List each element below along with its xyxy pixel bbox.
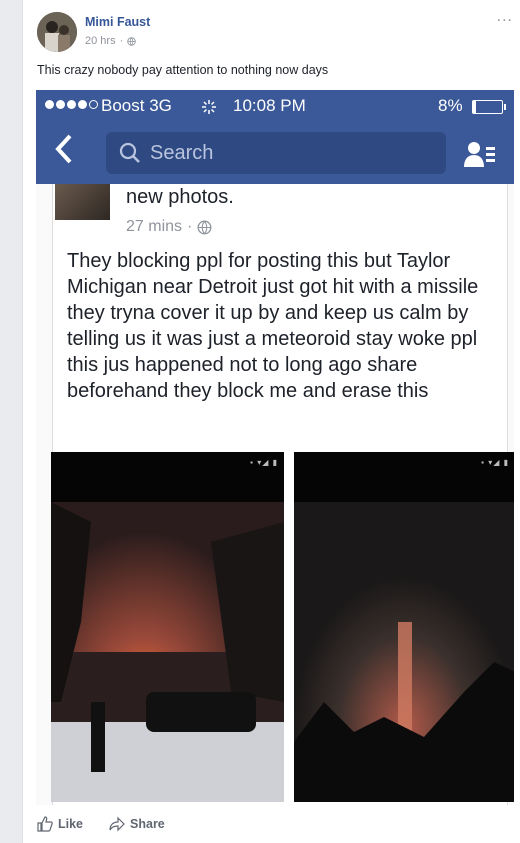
shared-post-time: 27 mins	[126, 218, 183, 235]
search-placeholder: Search	[150, 141, 214, 164]
shared-screenshot-image[interactable]: Boost 3G 10:08 PM 8% Search new photos. …	[36, 90, 514, 805]
signal-dots-icon	[45, 100, 98, 109]
phone-status-bar: Boost 3G 10:08 PM 8%	[36, 90, 514, 122]
globe-icon	[127, 36, 136, 46]
photo-status-bar: ▪ ▾◢ ▮	[51, 452, 284, 502]
post-actions: Like Share	[37, 816, 165, 832]
thumbs-up-icon	[37, 816, 53, 832]
shared-post-avatar	[55, 184, 110, 220]
friend-requests-icon[interactable]	[464, 140, 496, 168]
author-avatar[interactable]	[37, 12, 77, 52]
carrier-label: Boost 3G	[101, 96, 172, 115]
night-fire-scene	[51, 502, 284, 802]
shared-post-body: They blocking ppl for posting this but T…	[67, 250, 479, 402]
like-button[interactable]: Like	[37, 816, 83, 832]
status-time: 10:08 PM	[233, 96, 306, 115]
post-text: This crazy nobody pay attention to nothi…	[37, 63, 329, 77]
photo-status-bar: ▪ ▾◢ ▮	[294, 452, 514, 502]
separator-dot: ·	[187, 218, 193, 235]
share-label: Share	[130, 817, 165, 831]
loading-icon	[202, 100, 216, 114]
share-button[interactable]: Share	[109, 816, 165, 832]
shared-post-card: new photos. 27 mins · They blocking ppl …	[51, 184, 514, 805]
post-time[interactable]: 20 hrs	[85, 35, 116, 47]
like-label: Like	[58, 817, 84, 831]
search-icon	[119, 142, 140, 163]
separator-dot: ·	[119, 35, 124, 47]
search-input[interactable]: Search	[106, 132, 446, 174]
share-arrow-icon	[109, 816, 125, 832]
avatar-photo	[37, 12, 77, 52]
photo-sky-light-column: ▪ ▾◢ ▮	[294, 452, 514, 802]
battery-percent: 8%	[438, 96, 463, 115]
globe-icon	[197, 220, 212, 234]
night-sky-scene	[294, 502, 514, 802]
shared-post-header: new photos.	[126, 186, 234, 208]
fb-nav-bar: Search	[36, 122, 514, 184]
facebook-post: Mimi Faust 20 hrs · ... This crazy nobod…	[22, 0, 520, 843]
battery-icon	[472, 100, 506, 114]
phone-status-icons: ▪ ▾◢ ▮	[250, 458, 278, 467]
photo-fire-street: ▪ ▾◢ ▮	[51, 452, 284, 802]
more-options-icon[interactable]: ...	[497, 8, 513, 26]
back-chevron-icon[interactable]	[54, 132, 74, 175]
author-name[interactable]: Mimi Faust	[85, 15, 150, 29]
shared-post-meta: 27 mins ·	[126, 218, 212, 236]
post-meta: 20 hrs ·	[85, 35, 136, 47]
phone-status-icons: ▪ ▾◢ ▮	[481, 458, 509, 467]
